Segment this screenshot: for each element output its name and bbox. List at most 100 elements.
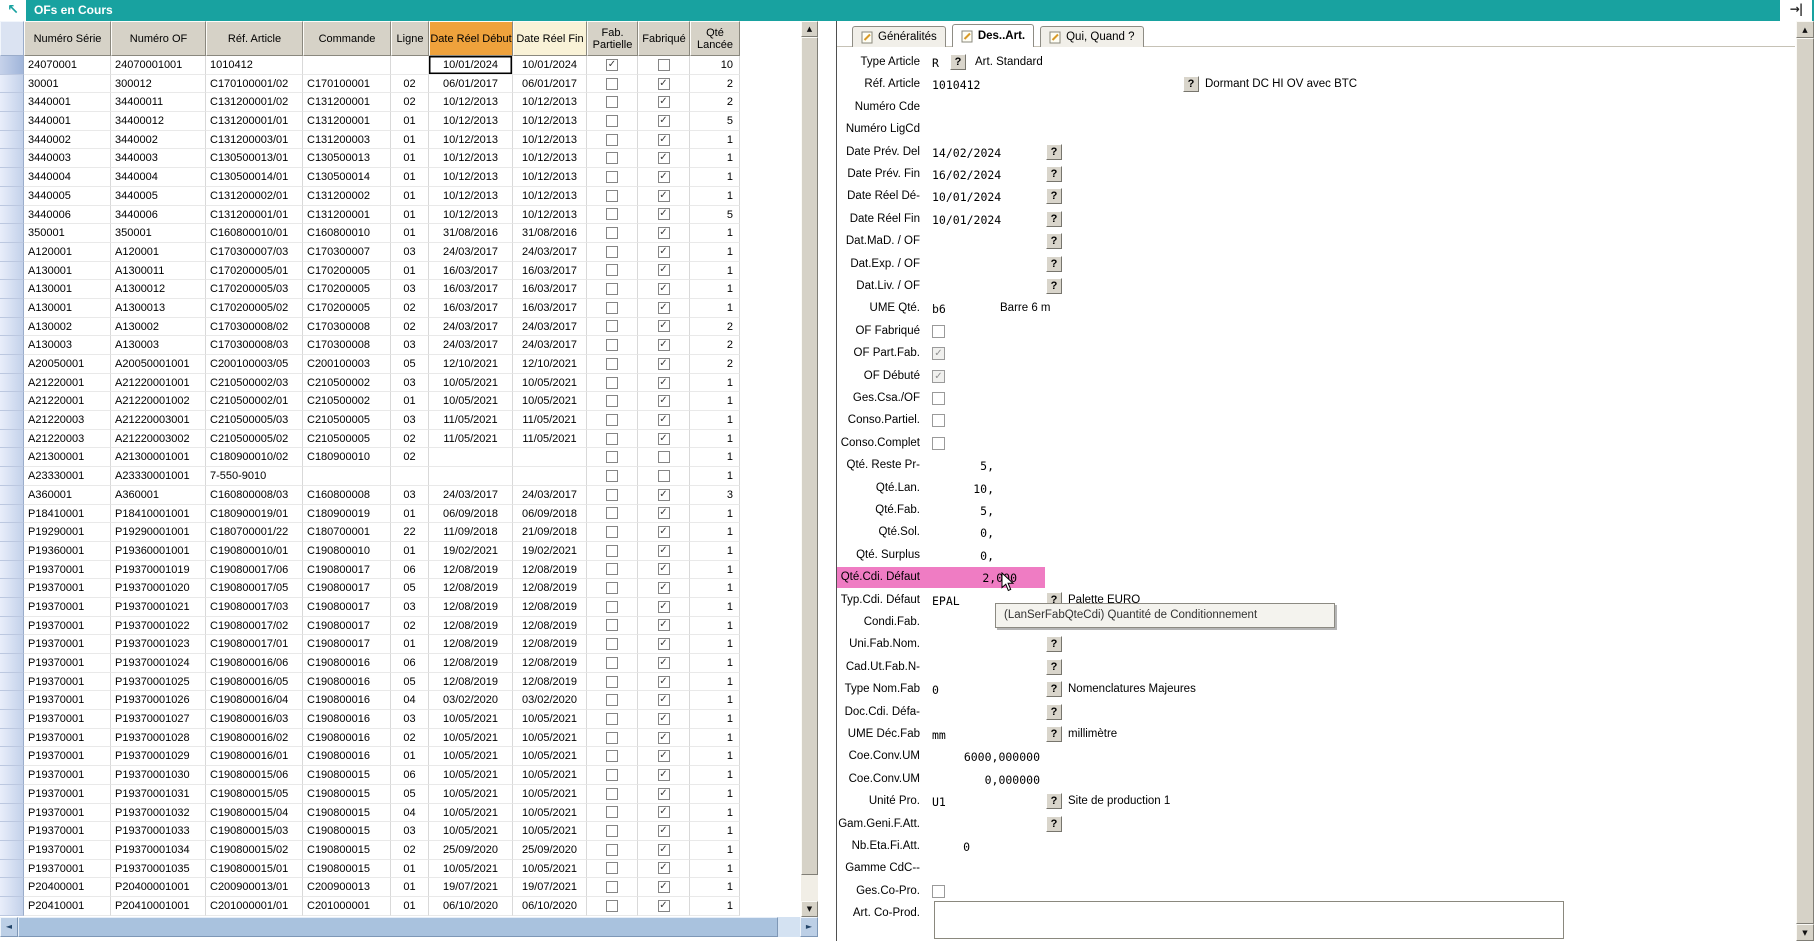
cell-rowhdr[interactable]	[0, 243, 24, 262]
table-row[interactable]: P19370001P19370001030C190800015/06C19080…	[0, 766, 801, 785]
fab_partielle-checkbox[interactable]	[606, 433, 618, 445]
fabrique-checkbox[interactable]: ✓	[658, 171, 670, 183]
fabrique-checkbox[interactable]: ✓	[658, 862, 670, 874]
cell-rowhdr[interactable]	[0, 486, 24, 505]
cell-rowhdr[interactable]	[0, 897, 24, 916]
cell-rowhdr[interactable]	[0, 262, 24, 281]
co-product-textarea[interactable]	[934, 901, 1564, 939]
cell-rowhdr[interactable]	[0, 542, 24, 561]
table-row[interactable]: 34400053440005C131200002/01C131200002011…	[0, 187, 801, 206]
fabrique-checkbox[interactable]: ✓	[658, 489, 670, 501]
table-row[interactable]: P19370001P19370001027C190800016/03C19080…	[0, 710, 801, 729]
table-row[interactable]: 350001350001C160800010/01C1608000100131/…	[0, 224, 801, 243]
fabrique-checkbox[interactable]: ✓	[658, 302, 670, 314]
help-button[interactable]: ?	[1046, 726, 1062, 742]
table-row[interactable]: P19370001P19370001035C190800015/01C19080…	[0, 860, 801, 879]
fabrique-checkbox[interactable]: ✓	[658, 582, 670, 594]
fab_partielle-checkbox[interactable]	[606, 320, 618, 332]
fab_partielle-checkbox[interactable]	[606, 414, 618, 426]
table-row[interactable]: P19370001P19370001031C190800015/05C19080…	[0, 785, 801, 804]
panel-scrollbar-thumb[interactable]	[1796, 38, 1814, 924]
fabrique-checkbox[interactable]: ✓	[658, 78, 670, 90]
column-header-fin[interactable]: Date Réel Fin	[513, 21, 587, 56]
table-row[interactable]: A130001A1300012C170200005/03C17020000503…	[0, 280, 801, 299]
fabrique-checkbox[interactable]: ✓	[658, 806, 670, 818]
cell-rowhdr[interactable]	[0, 598, 24, 617]
fabrique-checkbox[interactable]: ✓	[658, 134, 670, 146]
fab_partielle-checkbox[interactable]	[606, 582, 618, 594]
help-button[interactable]: ?	[1046, 211, 1062, 227]
table-row[interactable]: 34400043440004C130500014/01C130500014011…	[0, 168, 801, 187]
table-row[interactable]: 30001300012C170100001/02C1701000010206/0…	[0, 75, 801, 94]
fab_partielle-checkbox[interactable]	[606, 96, 618, 108]
field-value[interactable]: 0,	[932, 526, 994, 540]
fab_partielle-checkbox[interactable]	[606, 208, 618, 220]
fab_partielle-checkbox[interactable]	[606, 638, 618, 650]
cell-rowhdr[interactable]	[0, 635, 24, 654]
fabrique-checkbox[interactable]: ✓	[658, 788, 670, 800]
fab_partielle-checkbox[interactable]	[606, 563, 618, 575]
help-button[interactable]: ?	[950, 54, 966, 70]
table-row[interactable]: A20050001A20050001001C200100003/05C20010…	[0, 355, 801, 374]
grid-horizontal-scrollbar[interactable]	[0, 917, 818, 937]
cell-rowhdr[interactable]	[0, 766, 24, 785]
field-value[interactable]: 10/01/2024	[932, 190, 1001, 204]
cell-rowhdr[interactable]	[0, 280, 24, 299]
fabrique-checkbox[interactable]: ✓	[658, 713, 670, 725]
fabrique-checkbox[interactable]: ✓	[658, 881, 670, 893]
fab_partielle-checkbox[interactable]	[606, 601, 618, 613]
fab_partielle-checkbox[interactable]	[606, 619, 618, 631]
fab_partielle-checkbox[interactable]	[606, 881, 618, 893]
cell-rowhdr[interactable]	[0, 841, 24, 860]
panel-scroll-up-button[interactable]	[1796, 21, 1814, 38]
field-value[interactable]: EPAL	[932, 594, 960, 608]
column-header-fab_partielle[interactable]: Fab. Partielle	[587, 21, 638, 56]
fabrique-checkbox[interactable]: ✓	[658, 115, 670, 127]
cell-rowhdr[interactable]	[0, 691, 24, 710]
field-value[interactable]: 0,000000	[932, 773, 1040, 787]
cell-rowhdr[interactable]	[0, 505, 24, 524]
column-header-debut[interactable]: Date Réel Début	[429, 21, 513, 56]
table-row[interactable]: A120001A120001C170300007/03C170300007032…	[0, 243, 801, 262]
table-row[interactable]: P19370001P19370001033C190800015/03C19080…	[0, 822, 801, 841]
field-value[interactable]: 1010412	[932, 78, 980, 92]
field-checkbox[interactable]	[932, 414, 945, 427]
fabrique-checkbox[interactable]: ✓	[658, 844, 670, 856]
table-row[interactable]: A130001A1300011C170200005/01C17020000501…	[0, 262, 801, 281]
cell-rowhdr[interactable]	[0, 112, 24, 131]
field-value[interactable]: R	[932, 56, 939, 70]
fabrique-checkbox[interactable]: ✓	[658, 676, 670, 688]
table-row[interactable]: 2407000124070001001101041210/01/202410/0…	[0, 56, 801, 75]
cell-rowhdr[interactable]	[0, 729, 24, 748]
cell-rowhdr[interactable]	[0, 673, 24, 692]
table-row[interactable]: P19370001P19370001028C190800016/02C19080…	[0, 729, 801, 748]
fabrique-checkbox[interactable]: ✓	[658, 358, 670, 370]
table-row[interactable]: P19370001P19370001032C190800015/04C19080…	[0, 804, 801, 823]
field-value[interactable]: 0	[932, 840, 970, 854]
fab_partielle-checkbox[interactable]	[606, 489, 618, 501]
scroll-right-button[interactable]	[800, 917, 818, 937]
cell-rowhdr[interactable]	[0, 149, 24, 168]
cell-rowhdr[interactable]	[0, 804, 24, 823]
fab_partielle-checkbox[interactable]	[606, 526, 618, 538]
cell-rowhdr[interactable]	[0, 374, 24, 393]
cell-rowhdr[interactable]	[0, 93, 24, 112]
fab_partielle-checkbox[interactable]	[606, 283, 618, 295]
fab_partielle-checkbox[interactable]	[606, 788, 618, 800]
fabrique-checkbox[interactable]: ✓	[658, 657, 670, 669]
fabrique-checkbox[interactable]: ✓	[658, 283, 670, 295]
horizontal-scrollbar-thumb[interactable]	[18, 917, 778, 937]
field-value[interactable]: 5,	[932, 504, 994, 518]
panel-vertical-scrollbar[interactable]	[1796, 21, 1814, 941]
cell-rowhdr[interactable]	[0, 710, 24, 729]
column-header-of[interactable]: Numéro OF	[111, 21, 206, 56]
column-header-ref[interactable]: Réf. Article	[206, 21, 303, 56]
fab_partielle-checkbox[interactable]	[606, 676, 618, 688]
fabrique-checkbox[interactable]: ✓	[658, 694, 670, 706]
field-checkbox[interactable]	[932, 392, 945, 405]
column-header-commande[interactable]: Commande	[303, 21, 391, 56]
fabrique-checkbox[interactable]: ✓	[658, 563, 670, 575]
table-row[interactable]: P19370001P19370001023C190800017/01C19080…	[0, 635, 801, 654]
fabrique-checkbox[interactable]: ✓	[658, 732, 670, 744]
table-row[interactable]: A360001A360001C160800008/03C160800008032…	[0, 486, 801, 505]
